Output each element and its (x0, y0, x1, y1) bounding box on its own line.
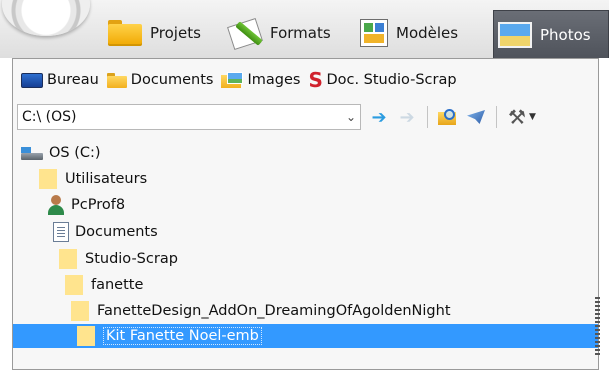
tree-item-kit-fanette-noel-emb[interactable]: Kit Fanette Noel-emb (77, 324, 262, 348)
tab-label: Photos (540, 25, 591, 44)
quick-label: Bureau (47, 72, 99, 88)
send-button[interactable] (464, 105, 488, 129)
tree-item-utilisateurs[interactable]: Utilisateurs (39, 167, 147, 191)
tab-projets[interactable]: Projets (108, 8, 218, 58)
tree-item-studio-scrap[interactable]: Studio-Scrap (59, 247, 178, 271)
tree-item-label: Kit Fanette Noel-emb (103, 327, 262, 345)
photo-icon (498, 21, 532, 48)
caret-down-icon[interactable]: ▼ (529, 112, 536, 122)
toolbar-divider (496, 106, 497, 128)
app-logo[interactable] (2, 0, 90, 36)
tab-formats[interactable]: Formats (227, 8, 348, 58)
tree-item-fanettedesign-addon[interactable]: FanetteDesign_AddOn_DreamingOfAgoldenNig… (71, 299, 451, 323)
user-icon (47, 195, 65, 215)
file-browser-panel: Bureau Documents Images S Doc. Studio-Sc… (12, 58, 600, 370)
quick-label: Doc. Studio-Scrap (326, 72, 457, 88)
send-icon (465, 108, 487, 126)
tree-item-label: Utilisateurs (65, 171, 148, 187)
quick-documents[interactable]: Documents (106, 72, 214, 88)
search-folder-icon (438, 109, 458, 125)
path-dropdown[interactable]: C:\ (OS) ⌄ (17, 104, 361, 130)
resize-grip[interactable] (595, 297, 600, 355)
tab-label: Formats (270, 24, 331, 42)
images-folder-icon (221, 72, 244, 88)
tree-item-pcprof8[interactable]: PcProf8 (47, 193, 125, 217)
toolbar-divider (427, 106, 428, 128)
tree-item-label: Documents (75, 224, 158, 240)
arrow-right-icon[interactable]: ➔ (395, 105, 419, 129)
tree-item-label: PcProf8 (71, 197, 126, 213)
tab-label: Modèles (396, 24, 459, 42)
folder-icon (108, 20, 142, 46)
tree-item-label: FanetteDesign_AddOn_DreamingOfAgoldenNig… (97, 303, 451, 319)
tree-item-documents[interactable]: Documents (53, 220, 158, 244)
tree-item-fanette[interactable]: fanette (65, 273, 143, 297)
quick-bureau[interactable]: Bureau (21, 72, 99, 88)
top-toolbar: Projets Formats Modèles Photos (0, 0, 609, 58)
folder-icon (106, 72, 127, 88)
chevron-down-icon[interactable]: ⌄ (342, 110, 360, 124)
quick-doc-studio-scrap[interactable]: S Doc. Studio-Scrap (308, 68, 457, 92)
folder-icon (59, 249, 79, 269)
document-icon (53, 222, 69, 242)
drive-icon (21, 145, 43, 161)
folder-icon (39, 169, 59, 189)
quick-label: Images (247, 72, 301, 88)
tools-icon[interactable]: ⚒ (505, 105, 529, 129)
folder-icon (71, 301, 91, 321)
quick-access-bar: Bureau Documents Images S Doc. Studio-Sc… (21, 67, 465, 93)
search-folder-button[interactable] (436, 105, 460, 129)
tree-item-os-c[interactable]: OS (C:) (21, 141, 101, 165)
navigation-toolbar: ➔ ➔ ⚒ ▼ (367, 104, 536, 130)
desktop-icon (21, 72, 43, 88)
folder-icon (65, 275, 85, 295)
studio-scrap-icon: S (308, 68, 323, 92)
tree-item-label: Studio-Scrap (85, 251, 178, 267)
tab-modeles[interactable]: Modèles (360, 8, 486, 58)
tree-item-label: fanette (91, 277, 144, 293)
quick-images[interactable]: Images (221, 72, 300, 88)
quick-label: Documents (130, 72, 214, 88)
folder-icon (77, 326, 97, 346)
tree-item-label: OS (C:) (49, 145, 101, 161)
tab-label: Projets (150, 24, 201, 42)
templates-icon (360, 19, 388, 47)
formats-icon (227, 16, 263, 51)
arrow-left-icon[interactable]: ➔ (367, 105, 391, 129)
tab-photos[interactable]: Photos (493, 10, 609, 58)
path-value: C:\ (OS) (22, 109, 77, 125)
